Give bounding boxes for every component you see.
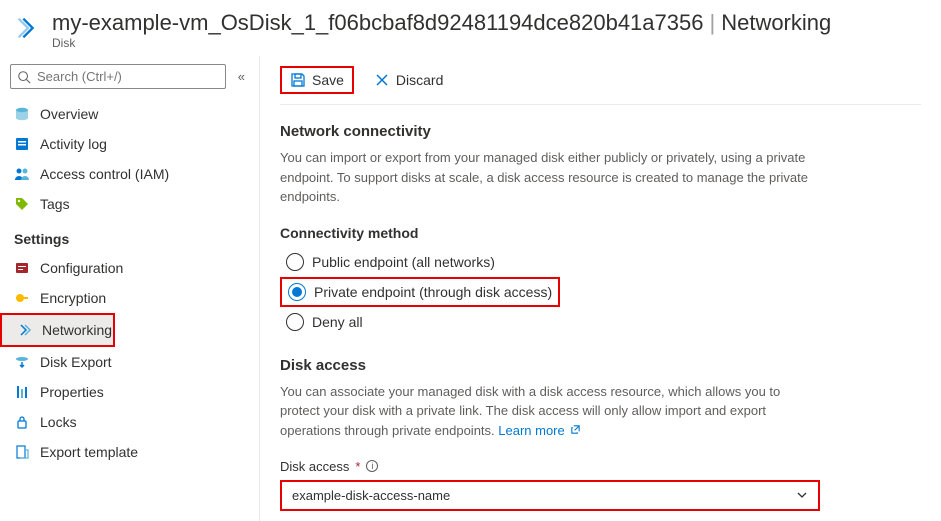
disk-access-select[interactable]: example-disk-access-name [280,480,820,511]
chevron-down-icon [796,489,808,501]
sidebar-item-locks[interactable]: Locks [0,407,259,437]
configuration-icon [14,260,30,276]
disk-access-heading: Disk access [280,357,921,374]
blade-section: Networking [721,10,831,36]
networking-icon [16,322,32,338]
nav-label: Tags [40,196,70,212]
learn-more-link[interactable]: Learn more [498,423,581,438]
radio-label: Deny all [312,314,363,330]
nav-label: Locks [40,414,77,430]
network-connectivity-heading: Network connectivity [280,123,921,140]
radio-public-endpoint[interactable]: Public endpoint (all networks) [280,249,501,275]
network-connectivity-desc: You can import or export from your manag… [280,148,820,207]
disk-access-field-label: Disk access * i [280,459,921,474]
sidebar: « Overview Activity log Access control (… [0,56,260,521]
sidebar-item-properties[interactable]: Properties [0,377,259,407]
lock-icon [14,414,30,430]
connectivity-method-group: Public endpoint (all networks) Private e… [280,249,921,335]
required-indicator: * [355,459,360,474]
disk-icon [14,14,42,42]
sidebar-item-iam[interactable]: Access control (IAM) [0,159,259,189]
connectivity-method-label: Connectivity method [280,225,921,241]
nav-label: Overview [40,106,98,122]
sidebar-item-disk-export[interactable]: Disk Export [0,347,259,377]
sidebar-item-activity-log[interactable]: Activity log [0,129,259,159]
radio-deny-all[interactable]: Deny all [280,309,369,335]
nav-label: Encryption [40,290,106,306]
page-header: my-example-vm_OsDisk_1_f06bcbaf8d9248119… [0,0,941,56]
external-link-icon [570,421,581,441]
save-button[interactable]: Save [280,66,354,94]
main-content: Save Discard Network connectivity You ca… [260,56,941,521]
nav-label: Access control (IAM) [40,166,169,182]
nav-label: Properties [40,384,104,400]
tags-icon [14,196,30,212]
sidebar-item-networking[interactable]: Networking [0,313,115,347]
search-input[interactable] [10,64,226,89]
search-icon [17,70,31,84]
sidebar-item-encryption[interactable]: Encryption [0,283,259,313]
export-template-icon [14,444,30,460]
toolbar: Save Discard [280,56,921,105]
save-label: Save [312,72,344,88]
encryption-icon [14,290,30,306]
title-separator: | [709,10,715,36]
overview-icon [14,106,30,122]
radio-private-endpoint[interactable]: Private endpoint (through disk access) [280,277,560,307]
iam-icon [14,166,30,182]
sidebar-item-overview[interactable]: Overview [0,99,259,129]
nav-label: Export template [40,444,138,460]
radio-icon [286,313,304,331]
radio-icon [288,283,306,301]
search-field[interactable] [37,69,219,84]
resource-type: Disk [52,36,831,50]
properties-icon [14,384,30,400]
sidebar-item-tags[interactable]: Tags [0,189,259,219]
page-title: my-example-vm_OsDisk_1_f06bcbaf8d9248119… [52,10,831,36]
sidebar-item-export-template[interactable]: Export template [0,437,259,467]
disk-access-desc: You can associate your managed disk with… [280,382,820,441]
collapse-sidebar-button[interactable]: « [234,67,249,86]
sidebar-section-settings: Settings [0,219,259,253]
radio-icon [286,253,304,271]
resource-name: my-example-vm_OsDisk_1_f06bcbaf8d9248119… [52,10,703,36]
radio-label: Private endpoint (through disk access) [314,284,552,300]
discard-label: Discard [396,72,443,88]
nav-label: Configuration [40,260,123,276]
discard-icon [374,72,390,88]
nav-label: Activity log [40,136,107,152]
radio-label: Public endpoint (all networks) [312,254,495,270]
select-value: example-disk-access-name [292,488,450,503]
disk-export-icon [14,354,30,370]
activity-log-icon [14,136,30,152]
nav-label: Disk Export [40,354,112,370]
sidebar-item-configuration[interactable]: Configuration [0,253,259,283]
info-icon[interactable]: i [366,460,378,472]
save-icon [290,72,306,88]
discard-button[interactable]: Discard [366,68,451,92]
nav-label: Networking [42,322,112,338]
